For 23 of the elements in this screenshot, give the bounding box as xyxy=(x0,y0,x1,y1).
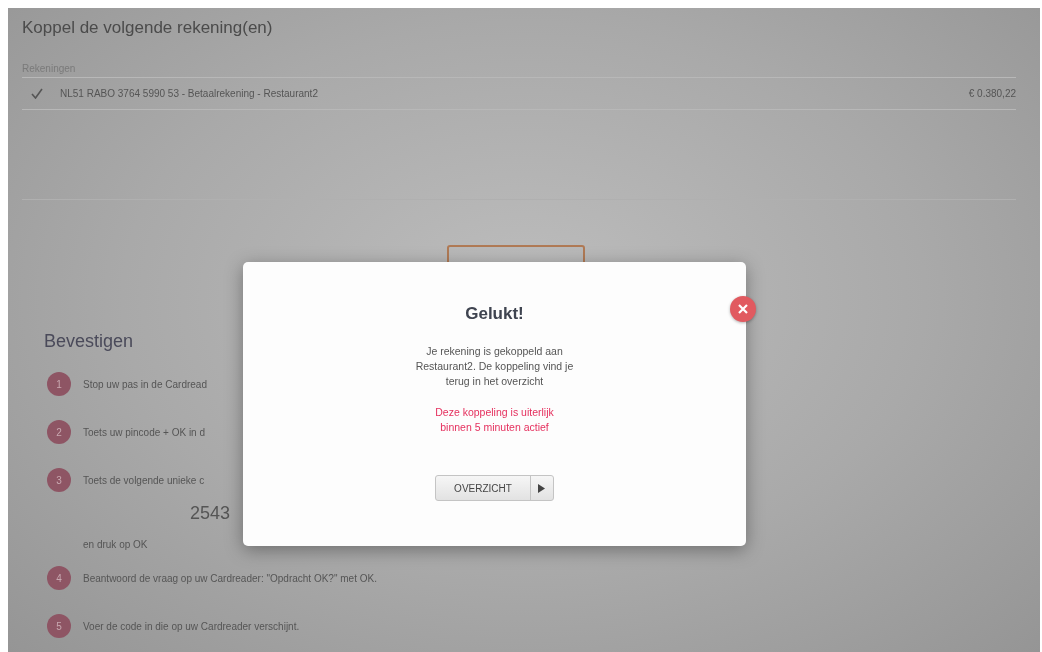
step-number: 3 xyxy=(47,468,71,492)
dialog-warning: Deze koppeling is uiterlijk binnen 5 minuten actief xyxy=(434,405,555,435)
account-balance: € 0.380,22 xyxy=(968,88,1016,99)
step-number: 5 xyxy=(47,614,71,638)
step-text: Voer de code in die op uw Cardreader verschijnt. xyxy=(83,620,300,632)
account-name: NL51 RABO 3764 5990 53 - Betaalrekening - Restaurant2 xyxy=(60,88,319,99)
step-number: 4 xyxy=(47,566,71,590)
section-title: Bevestigen xyxy=(44,331,134,352)
step-number: 1 xyxy=(47,372,71,396)
step-text: Stop uw pas in de Cardread xyxy=(83,378,207,390)
play-icon xyxy=(538,483,546,493)
step-text: en druk op OK xyxy=(83,539,149,550)
step-number: 2 xyxy=(47,420,71,444)
dialog-title: Gelukt! xyxy=(465,304,524,324)
close-button[interactable] xyxy=(730,296,756,322)
unique-code: 2543 xyxy=(190,503,232,525)
overview-button[interactable]: OVERZICHT xyxy=(435,475,554,501)
close-icon xyxy=(738,304,748,314)
dialog-message: Je rekening is gekoppeld aan Restaurant2. De koppeling vind je terug in het overzicht xyxy=(414,344,575,389)
step-text: Beantwoord de vraag op uw Cardreader: "Opdracht OK?" met OK. xyxy=(83,572,377,584)
step-text: Toets de volgende unieke c xyxy=(83,474,205,486)
step-text: Toets uw pincode + OK in d xyxy=(83,426,206,438)
page-title: Koppel de volgende rekening(en) xyxy=(22,18,274,38)
